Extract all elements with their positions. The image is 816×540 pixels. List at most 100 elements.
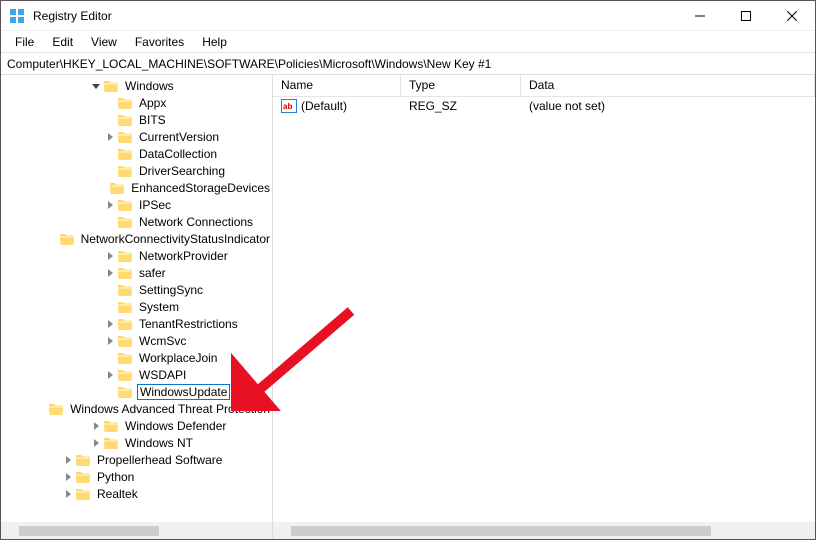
tree-item-appx[interactable]: Appx bbox=[1, 94, 272, 111]
tree-label: safer bbox=[137, 266, 168, 280]
tree-item-python[interactable]: Python bbox=[1, 468, 272, 485]
tree-label: DataCollection bbox=[137, 147, 219, 161]
menu-file[interactable]: File bbox=[7, 33, 42, 51]
tree-label: IPSec bbox=[137, 198, 173, 212]
close-button[interactable] bbox=[769, 1, 815, 31]
content-area: Windows Appx BITS bbox=[1, 75, 815, 539]
tree-item-enhancedstorage[interactable]: EnhancedStorageDevices bbox=[1, 179, 272, 196]
tree-item-networkconnectivity[interactable]: NetworkConnectivityStatusIndicator bbox=[1, 230, 272, 247]
tree-label: Python bbox=[95, 470, 136, 484]
folder-icon bbox=[59, 232, 75, 246]
folder-icon bbox=[117, 147, 133, 161]
values-pane: Name Type Data (Default) REG_SZ (value n… bbox=[273, 75, 815, 539]
horizontal-scrollbar[interactable] bbox=[273, 522, 815, 539]
tree-item-datacollection[interactable]: DataCollection bbox=[1, 145, 272, 162]
folder-icon bbox=[117, 249, 133, 263]
address-bar[interactable]: Computer\HKEY_LOCAL_MACHINE\SOFTWARE\Pol… bbox=[1, 53, 815, 75]
tree-item-realtek[interactable]: Realtek bbox=[1, 485, 272, 502]
tree-item-propellerhead[interactable]: Propellerhead Software bbox=[1, 451, 272, 468]
folder-icon bbox=[117, 266, 133, 280]
tree-item-windows-defender[interactable]: Windows Defender bbox=[1, 417, 272, 434]
tree-item-ipsec[interactable]: IPSec bbox=[1, 196, 272, 213]
tree-item-tenantrestrictions[interactable]: TenantRestrictions bbox=[1, 315, 272, 332]
chevron-right-icon[interactable] bbox=[61, 470, 75, 484]
menu-help[interactable]: Help bbox=[194, 33, 235, 51]
menubar: File Edit View Favorites Help bbox=[1, 31, 815, 53]
value-data: (value not set) bbox=[521, 99, 815, 113]
list-header: Name Type Data bbox=[273, 75, 815, 97]
column-header-type[interactable]: Type bbox=[401, 75, 521, 96]
tree-label: WcmSvc bbox=[137, 334, 188, 348]
tree-pane[interactable]: Windows Appx BITS bbox=[1, 75, 273, 539]
expander-empty bbox=[52, 232, 59, 246]
string-value-icon bbox=[281, 99, 297, 113]
chevron-right-icon[interactable] bbox=[103, 317, 117, 331]
horizontal-scrollbar[interactable] bbox=[1, 522, 272, 539]
chevron-right-icon[interactable] bbox=[103, 368, 117, 382]
chevron-right-icon[interactable] bbox=[89, 419, 103, 433]
rename-input[interactable]: WindowsUpdate bbox=[137, 384, 230, 400]
expander-empty bbox=[103, 147, 117, 161]
tree-label: TenantRestrictions bbox=[137, 317, 240, 331]
tree-label: WorkplaceJoin bbox=[137, 351, 219, 365]
scrollbar-thumb[interactable] bbox=[19, 526, 159, 536]
folder-icon bbox=[48, 402, 64, 416]
tree-label: Appx bbox=[137, 96, 168, 110]
tree-item-bits[interactable]: BITS bbox=[1, 111, 272, 128]
minimize-button[interactable] bbox=[677, 1, 723, 31]
chevron-right-icon[interactable] bbox=[61, 453, 75, 467]
address-text: Computer\HKEY_LOCAL_MACHINE\SOFTWARE\Pol… bbox=[7, 57, 491, 71]
titlebar[interactable]: Registry Editor bbox=[1, 1, 815, 31]
maximize-button[interactable] bbox=[723, 1, 769, 31]
tree-item-windows[interactable]: Windows bbox=[1, 77, 272, 94]
value-type: REG_SZ bbox=[401, 99, 521, 113]
expander-empty bbox=[103, 283, 117, 297]
folder-icon bbox=[75, 487, 91, 501]
folder-icon bbox=[103, 419, 119, 433]
tree-label: NetworkConnectivityStatusIndicator bbox=[79, 232, 272, 246]
folder-icon bbox=[117, 351, 133, 365]
chevron-right-icon[interactable] bbox=[61, 487, 75, 501]
tree-item-safer[interactable]: safer bbox=[1, 264, 272, 281]
menu-favorites[interactable]: Favorites bbox=[127, 33, 192, 51]
list-body[interactable]: (Default) REG_SZ (value not set) bbox=[273, 97, 815, 522]
expander-empty bbox=[103, 385, 117, 399]
tree-label: WSDAPI bbox=[137, 368, 188, 382]
tree-item-windows-advanced-threat[interactable]: Windows Advanced Threat Protection bbox=[1, 400, 272, 417]
chevron-right-icon[interactable] bbox=[103, 249, 117, 263]
tree-item-networkprovider[interactable]: NetworkProvider bbox=[1, 247, 272, 264]
tree-label: Windows bbox=[123, 79, 176, 93]
menu-view[interactable]: View bbox=[83, 33, 125, 51]
tree-label: Windows Defender bbox=[123, 419, 228, 433]
tree-item-wcmsvc[interactable]: WcmSvc bbox=[1, 332, 272, 349]
tree-item-windowsupdate-editing[interactable]: WindowsUpdate bbox=[1, 383, 272, 400]
registry-editor-window: Registry Editor File Edit View Favorites… bbox=[0, 0, 816, 540]
tree-item-currentversion[interactable]: CurrentVersion bbox=[1, 128, 272, 145]
column-header-data[interactable]: Data bbox=[521, 75, 815, 96]
tree-item-driversearching[interactable]: DriverSearching bbox=[1, 162, 272, 179]
tree-item-system[interactable]: System bbox=[1, 298, 272, 315]
chevron-right-icon[interactable] bbox=[103, 198, 117, 212]
list-row[interactable]: (Default) REG_SZ (value not set) bbox=[273, 97, 815, 115]
tree-item-settingsync[interactable]: SettingSync bbox=[1, 281, 272, 298]
tree-item-networkconnections[interactable]: Network Connections bbox=[1, 213, 272, 230]
tree-item-wsdapi[interactable]: WSDAPI bbox=[1, 366, 272, 383]
chevron-right-icon[interactable] bbox=[89, 436, 103, 450]
tree-label: Realtek bbox=[95, 487, 140, 501]
tree-label: Propellerhead Software bbox=[95, 453, 224, 467]
tree-item-workplacejoin[interactable]: WorkplaceJoin bbox=[1, 349, 272, 366]
scrollbar-thumb[interactable] bbox=[291, 526, 711, 536]
chevron-right-icon[interactable] bbox=[103, 130, 117, 144]
menu-edit[interactable]: Edit bbox=[44, 33, 81, 51]
expander-empty bbox=[96, 181, 109, 195]
column-header-name[interactable]: Name bbox=[273, 75, 401, 96]
chevron-right-icon[interactable] bbox=[103, 266, 117, 280]
expander-empty bbox=[103, 113, 117, 127]
window-title: Registry Editor bbox=[33, 9, 677, 23]
chevron-right-icon[interactable] bbox=[103, 334, 117, 348]
folder-icon bbox=[117, 368, 133, 382]
chevron-down-icon[interactable] bbox=[89, 79, 103, 93]
expander-empty bbox=[103, 300, 117, 314]
folder-icon bbox=[117, 113, 133, 127]
tree-item-windows-nt[interactable]: Windows NT bbox=[1, 434, 272, 451]
